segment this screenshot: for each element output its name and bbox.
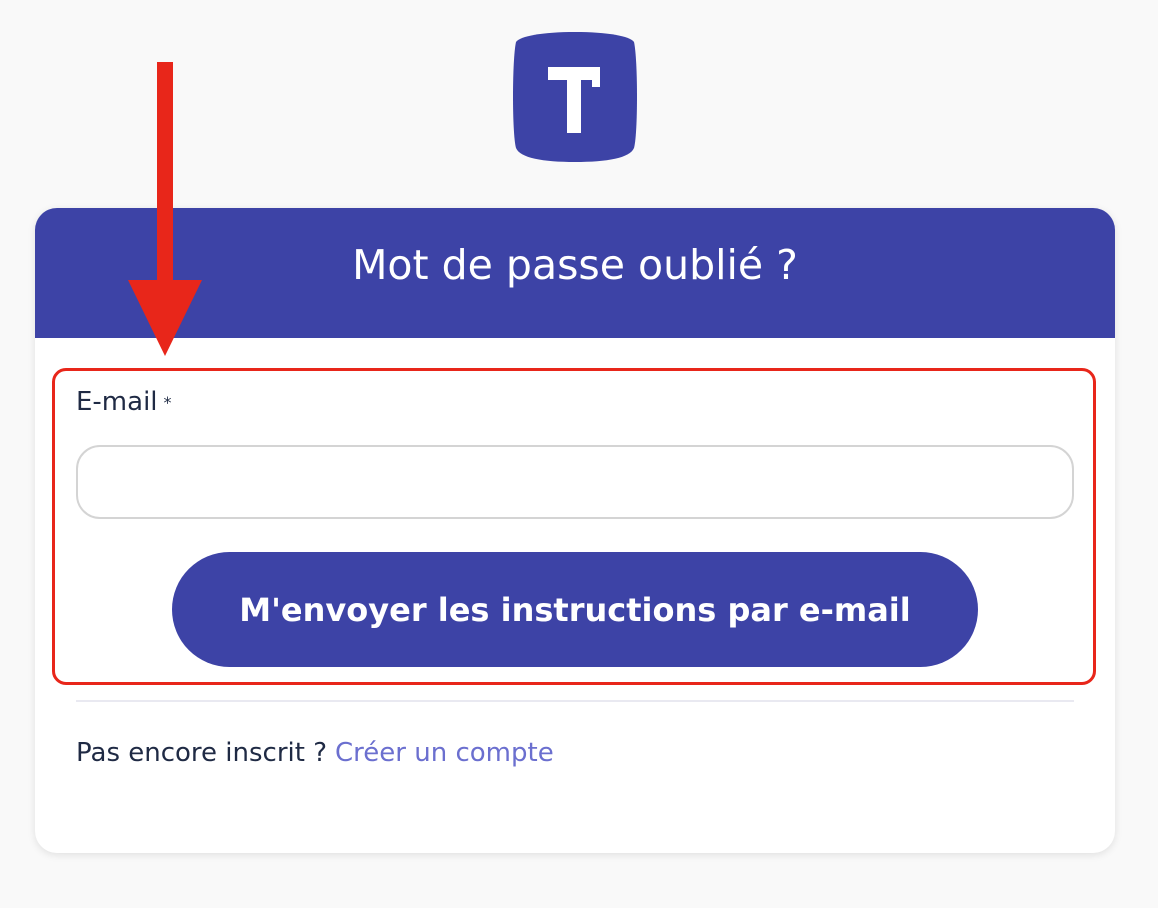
- signup-prompt-text: Pas encore inscrit ?: [76, 738, 328, 768]
- email-label-text: E-mail: [76, 387, 158, 417]
- send-instructions-button[interactable]: M'envoyer les instructions par e-mail: [172, 552, 978, 667]
- signup-prompt: Pas encore inscrit ? Créer un compte: [76, 738, 554, 768]
- required-marker: *: [163, 393, 172, 412]
- divider: [76, 700, 1074, 702]
- t-logo-icon: [513, 32, 637, 162]
- email-field[interactable]: [76, 445, 1074, 519]
- app-logo: [512, 30, 638, 164]
- annotation-arrow-icon: [120, 60, 210, 360]
- create-account-link[interactable]: Créer un compte: [335, 738, 554, 768]
- email-label: E-mail *: [76, 387, 172, 417]
